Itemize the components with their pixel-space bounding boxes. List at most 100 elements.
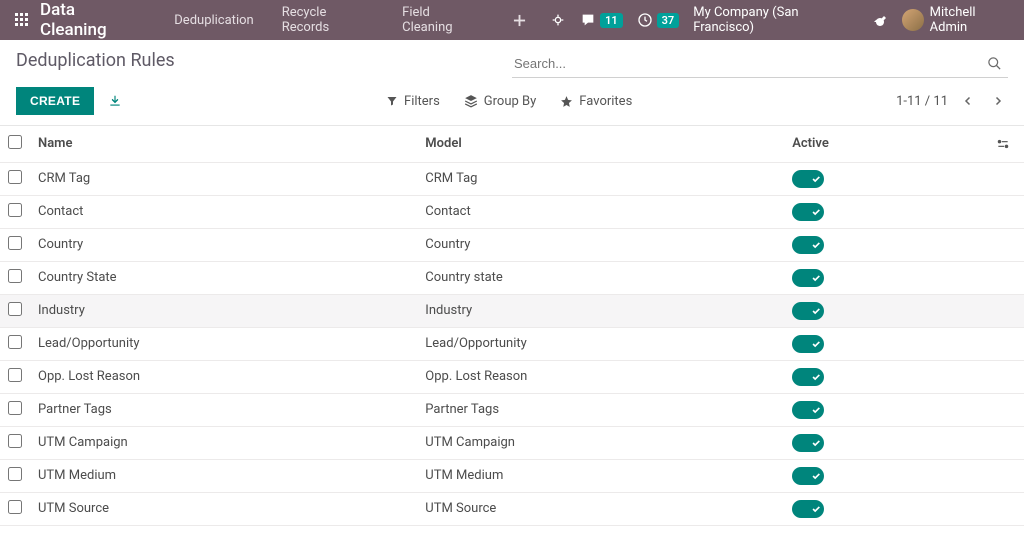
row-checkbox[interactable]: [8, 368, 22, 382]
row-checkbox[interactable]: [8, 236, 22, 250]
cell-name: Opp. Lost Reason: [30, 360, 417, 393]
row-checkbox[interactable]: [8, 434, 22, 448]
filters-button[interactable]: Filters: [386, 94, 440, 109]
filters-label: Filters: [404, 94, 440, 109]
nav-link-field-cleaning[interactable]: Field Cleaning: [388, 0, 495, 40]
table-row[interactable]: Partner TagsPartner Tags: [0, 393, 1024, 426]
active-toggle[interactable]: [792, 203, 824, 221]
apps-icon[interactable]: [10, 8, 34, 32]
active-toggle[interactable]: [792, 269, 824, 287]
table-row[interactable]: CRM TagCRM Tag: [0, 162, 1024, 195]
activities-badge: 37: [657, 13, 680, 28]
options-icon[interactable]: [996, 137, 1010, 151]
active-toggle[interactable]: [792, 236, 824, 254]
row-checkbox[interactable]: [8, 170, 22, 184]
cell-model: Country state: [417, 261, 784, 294]
table-row[interactable]: UTM SourceUTM Source: [0, 492, 1024, 525]
create-button[interactable]: Create: [16, 87, 94, 115]
active-toggle[interactable]: [792, 467, 824, 485]
cell-model: Country: [417, 228, 784, 261]
nav-links: DeduplicationRecycle RecordsField Cleani…: [160, 0, 495, 40]
row-checkbox[interactable]: [8, 500, 22, 514]
cell-model: Industry: [417, 294, 784, 327]
row-checkbox[interactable]: [8, 335, 22, 349]
table-row[interactable]: Lead/OpportunityLead/Opportunity: [0, 327, 1024, 360]
cell-name: Country State: [30, 261, 417, 294]
company-switcher[interactable]: My Company (San Francisco): [693, 5, 858, 35]
user-menu[interactable]: Mitchell Admin: [902, 5, 1014, 35]
active-toggle[interactable]: [792, 434, 824, 452]
messages-icon[interactable]: 11: [580, 12, 623, 28]
search-icon[interactable]: [983, 54, 1006, 73]
favorites-button[interactable]: Favorites: [560, 94, 632, 109]
col-header-model[interactable]: Model: [417, 126, 784, 162]
debug-icon[interactable]: [872, 12, 888, 28]
table-row[interactable]: Opp. Lost ReasonOpp. Lost Reason: [0, 360, 1024, 393]
control-panel-bottom: Create Filters Group By Favorites 1-11 /…: [0, 79, 1024, 125]
cell-name: UTM Medium: [30, 459, 417, 492]
messages-badge: 11: [600, 13, 623, 28]
row-checkbox[interactable]: [8, 269, 22, 283]
nav-right: 11 37 My Company (San Francisco) Mitchel…: [550, 5, 1014, 35]
table-row[interactable]: IndustryIndustry: [0, 294, 1024, 327]
cell-model: UTM Medium: [417, 459, 784, 492]
cell-name: CRM Tag: [30, 162, 417, 195]
cell-model: Partner Tags: [417, 393, 784, 426]
col-header-name[interactable]: Name: [30, 126, 417, 162]
cell-name: Industry: [30, 294, 417, 327]
cell-model: Lead/Opportunity: [417, 327, 784, 360]
groupby-label: Group By: [484, 94, 537, 109]
col-header-active[interactable]: Active: [784, 126, 988, 162]
support-icon[interactable]: [550, 12, 566, 28]
table-row[interactable]: UTM MediumUTM Medium: [0, 459, 1024, 492]
row-checkbox[interactable]: [8, 467, 22, 481]
row-checkbox[interactable]: [8, 401, 22, 415]
nav-link-recycle-records[interactable]: Recycle Records: [268, 0, 388, 40]
download-icon[interactable]: [108, 94, 122, 108]
table-row[interactable]: UTM CampaignUTM Campaign: [0, 426, 1024, 459]
cell-name: UTM Campaign: [30, 426, 417, 459]
active-toggle[interactable]: [792, 500, 824, 518]
page-title: Deduplication Rules: [16, 50, 512, 71]
cell-model: UTM Source: [417, 492, 784, 525]
avatar-icon: [902, 9, 923, 31]
table-header-row: Name Model Active: [0, 126, 1024, 162]
table-row[interactable]: Country StateCountry state: [0, 261, 1024, 294]
nav-plus-icon[interactable]: [501, 14, 538, 27]
cell-name: Contact: [30, 195, 417, 228]
cell-model: CRM Tag: [417, 162, 784, 195]
cell-model: Opp. Lost Reason: [417, 360, 784, 393]
active-toggle[interactable]: [792, 401, 824, 419]
cell-name: Lead/Opportunity: [30, 327, 417, 360]
list-view: Name Model Active CRM TagCRM TagContactC…: [0, 125, 1024, 526]
cell-name: Country: [30, 228, 417, 261]
table-row[interactable]: ContactContact: [0, 195, 1024, 228]
table-row[interactable]: CountryCountry: [0, 228, 1024, 261]
favorites-label: Favorites: [579, 94, 632, 109]
layers-icon: [464, 94, 478, 108]
filter-icon: [386, 95, 398, 107]
cell-name: Partner Tags: [30, 393, 417, 426]
cell-model: UTM Campaign: [417, 426, 784, 459]
activities-icon[interactable]: 37: [637, 12, 680, 28]
row-checkbox[interactable]: [8, 302, 22, 316]
nav-link-deduplication[interactable]: Deduplication: [160, 0, 267, 40]
search-bar: [512, 50, 1008, 78]
active-toggle[interactable]: [792, 302, 824, 320]
cell-name: UTM Source: [30, 492, 417, 525]
top-nav: Data Cleaning DeduplicationRecycle Recor…: [0, 0, 1024, 40]
active-toggle[interactable]: [792, 170, 824, 188]
row-checkbox[interactable]: [8, 203, 22, 217]
pager-prev-icon[interactable]: [958, 91, 978, 111]
active-toggle[interactable]: [792, 368, 824, 386]
search-input[interactable]: [514, 56, 983, 71]
active-toggle[interactable]: [792, 335, 824, 353]
select-all-checkbox[interactable]: [8, 135, 22, 149]
control-panel-top: Deduplication Rules: [0, 40, 1024, 79]
groupby-button[interactable]: Group By: [464, 94, 537, 109]
star-icon: [560, 95, 573, 108]
pager-next-icon[interactable]: [988, 91, 1008, 111]
app-brand[interactable]: Data Cleaning: [40, 0, 144, 40]
pager-text[interactable]: 1-11 / 11: [896, 94, 948, 109]
user-name: Mitchell Admin: [930, 5, 1014, 35]
